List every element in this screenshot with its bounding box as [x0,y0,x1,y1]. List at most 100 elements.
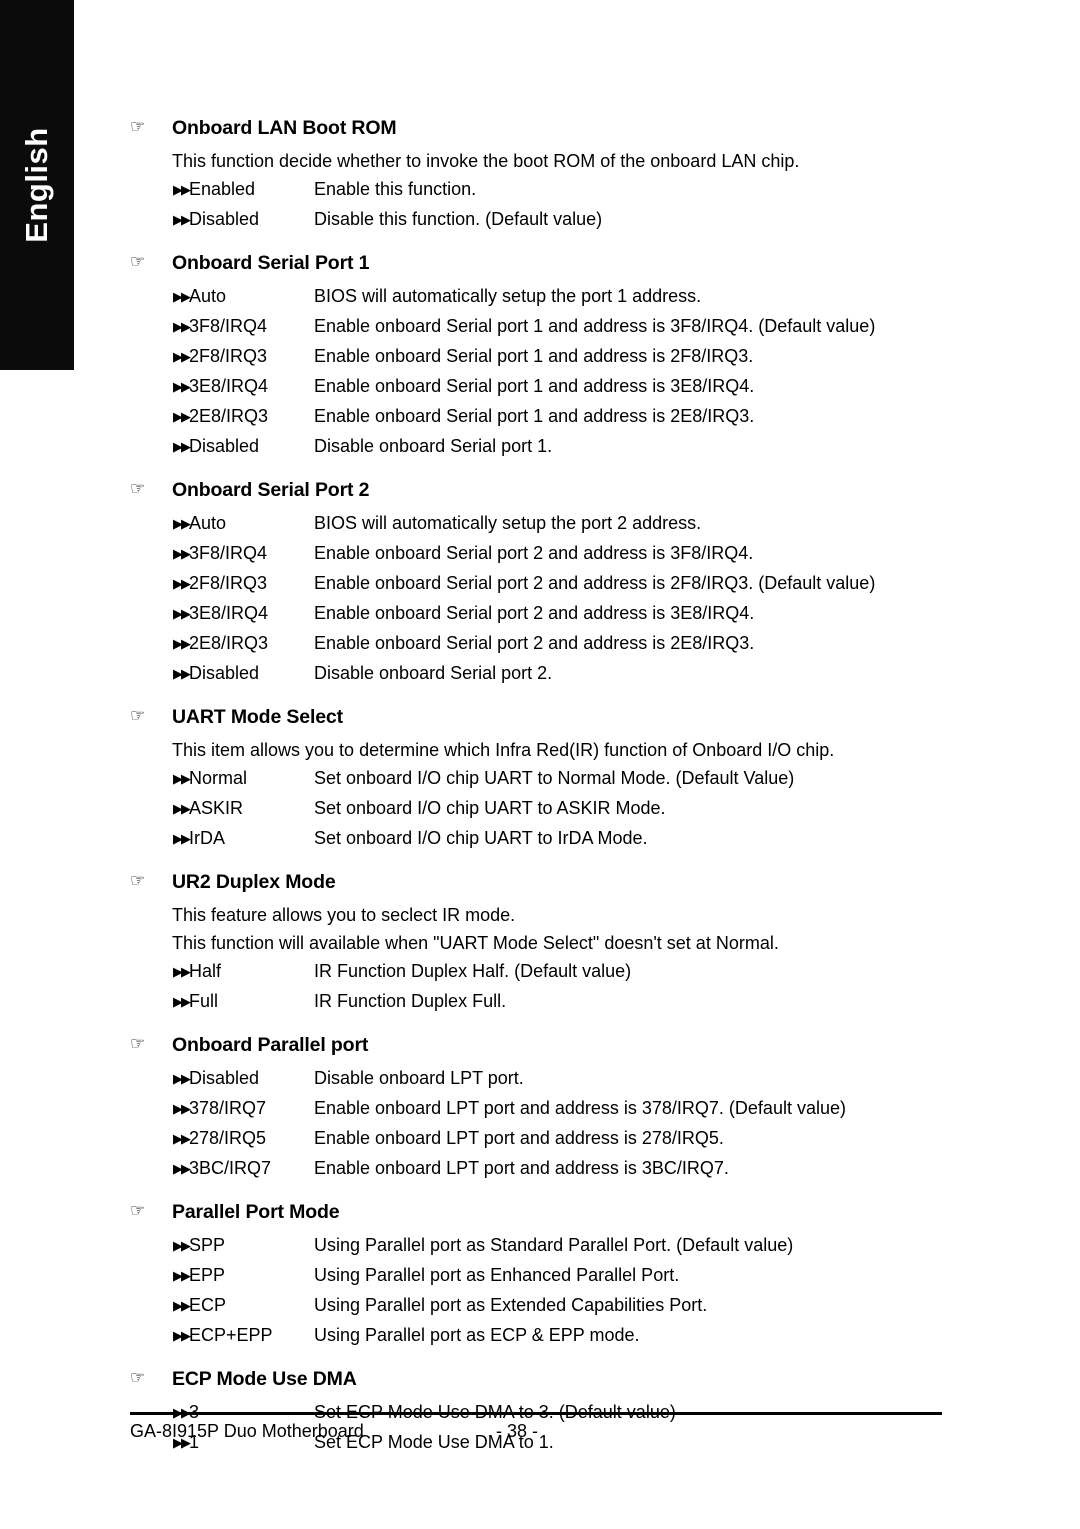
option-description: Using Parallel port as Enhanced Parallel… [314,1265,680,1285]
section-description: This function will available when "UART … [172,933,779,953]
option-row: ▶▶ Half IR Function Duplex Half. (Default … [173,957,930,987]
double-arrow-icon: ▶▶ [173,1238,191,1253]
option-description: BIOS will automatically setup the port 1… [314,286,702,306]
option-label: Full [189,991,219,1011]
option-label: Auto [189,513,227,533]
option-label: 3F8/IRQ4 [189,316,268,336]
option-label: SPP [189,1235,226,1255]
option-row: ▶▶ Disabled Disable onboard Serial port 2. [173,659,930,689]
option-description: Enable onboard Serial port 1 and address… [314,376,755,396]
option-label: Disabled [189,1068,260,1088]
pointing-hand-icon: ☞ [130,706,146,725]
option-description: Enable onboard Serial port 2 and address… [314,633,755,653]
manual-section: ☞ Onboard Serial Port 1 ▶▶ Auto BIOS will au… [130,252,930,462]
pointing-hand-icon: ☞ [130,871,146,890]
double-arrow-icon: ▶▶ [173,1268,191,1283]
double-arrow-icon: ▶▶ [173,439,191,454]
section-title: Onboard LAN Boot ROM [172,117,397,139]
option-description: Enable onboard LPT port and address is 3… [314,1098,846,1118]
option-row: ▶▶ 3F8/IRQ4 Enable onboard Serial port 2 a… [173,539,930,569]
option-description: Enable onboard Serial port 2 and address… [314,573,876,593]
double-arrow-icon: ▶▶ [173,319,191,334]
manual-page: English ☞ Onboard LAN Boot ROM This functi… [0,0,1080,1529]
option-description: Disable onboard LPT port. [314,1068,524,1088]
manual-section: ☞ UR2 Duplex Mode This feature allows you … [130,871,930,1017]
option-label: 2E8/IRQ3 [189,406,269,426]
option-label: Half [189,961,222,981]
double-arrow-icon: ▶▶ [173,409,191,424]
option-row: ▶▶ 2E8/IRQ3 Enable onboard Serial port 1 a… [173,402,930,432]
option-description: Disable onboard Serial port 2. [314,663,553,683]
option-row: ▶▶ 2F8/IRQ3 Enable onboard Serial port 1 a… [173,342,930,372]
section-heading: ☞ ECP Mode Use DMA [130,1368,930,1391]
section-heading: ☞ Parallel Port Mode [130,1201,930,1224]
option-label: Disabled [189,436,260,456]
pointing-hand-icon: ☞ [130,1201,146,1220]
option-row: ▶▶ 3E8/IRQ4 Enable onboard Serial port 2 a… [173,599,930,629]
section-heading: ☞ UR2 Duplex Mode [130,871,930,894]
section-heading: ☞ Onboard Serial Port 2 [130,479,930,502]
option-description: Set onboard I/O chip UART to ASKIR Mode. [314,798,666,818]
option-description: Enable onboard LPT port and address is 3… [314,1158,729,1178]
manual-section: ☞ Onboard Serial Port 2 ▶▶ Auto BIOS will au… [130,479,930,689]
option-row: ▶▶ 2F8/IRQ3 Enable onboard Serial port 2 a… [173,569,930,599]
manual-section: ☞ Onboard LAN Boot ROM This function decid… [130,117,930,235]
option-description: Set onboard I/O chip UART to IrDA Mode. [314,828,648,848]
option-description: Enable onboard Serial port 1 and address… [314,346,754,366]
option-label: 3E8/IRQ4 [189,603,269,623]
double-arrow-icon: ▶▶ [173,289,191,304]
option-description: Using Parallel port as Standard Parallel… [314,1235,794,1255]
pointing-hand-icon: ☞ [130,117,146,136]
manual-section: ☞ UART Mode Select This item allows you to… [130,706,930,854]
option-label: 3F8/IRQ4 [189,543,268,563]
pointing-hand-icon: ☞ [130,1034,146,1053]
double-arrow-icon: ▶▶ [173,212,191,227]
option-row: ▶▶ EPP Using Parallel port as Enhanced Par… [173,1261,930,1291]
double-arrow-icon: ▶▶ [173,964,191,979]
section-heading: ☞ Onboard Serial Port 1 [130,252,930,275]
page-content: ☞ Onboard LAN Boot ROM This function decid… [130,100,930,1458]
option-description: IR Function Duplex Half. (Default value) [314,961,632,981]
option-label: 2E8/IRQ3 [189,633,269,653]
footer-divider [130,1412,942,1415]
double-arrow-icon: ▶▶ [173,994,191,1009]
option-row: ▶▶ 378/IRQ7 Enable onboard LPT port and ad… [173,1094,930,1124]
language-side-tab: English [0,0,74,370]
option-description: Enable onboard Serial port 2 and address… [314,603,755,623]
option-row: ▶▶ ECP Using Parallel port as Extended Cap… [173,1291,930,1321]
option-row: ▶▶ Disabled Disable onboard LPT port. [173,1064,930,1094]
pointing-hand-icon: ☞ [130,1368,146,1387]
option-row: ▶▶ 3BC/IRQ7 Enable onboard LPT port and ad… [173,1154,930,1184]
section-title: Parallel Port Mode [172,1201,340,1223]
double-arrow-icon: ▶▶ [173,1101,191,1116]
pointing-hand-icon: ☞ [130,252,146,271]
pointing-hand-icon: ☞ [130,479,146,498]
section-description: This feature allows you to seclect IR mo… [172,905,516,925]
option-row: ▶▶ ECP+EPP Using Parallel port as ECP & EP… [173,1321,930,1351]
section-heading: ☞ UART Mode Select [130,706,930,729]
option-description: Enable onboard Serial port 1 and address… [314,406,755,426]
option-description: Using Parallel port as ECP & EPP mode. [314,1325,640,1345]
option-description: Set onboard I/O chip UART to Normal Mode… [314,768,795,788]
option-row: ▶▶ Auto BIOS will automatically setup the … [173,509,930,539]
double-arrow-icon: ▶▶ [173,576,191,591]
option-label: 2F8/IRQ3 [189,573,268,593]
option-row: ▶▶ IrDA Set onboard I/O chip UART to IrDA … [173,824,930,854]
double-arrow-icon: ▶▶ [173,1298,191,1313]
section-title: Onboard Serial Port 1 [172,252,370,274]
option-row: ▶▶ 278/IRQ5 Enable onboard LPT port and ad… [173,1124,930,1154]
option-row: ▶▶ Disabled Disable onboard Serial port 1. [173,432,930,462]
footer-row: GA-8I915P Duo Motherboard - 38 - [130,1421,942,1447]
option-row: ▶▶ 3F8/IRQ4 Enable onboard Serial port 1 a… [173,312,930,342]
option-description: Enable onboard Serial port 1 and address… [314,316,876,336]
double-arrow-icon: ▶▶ [173,831,191,846]
option-description: IR Function Duplex Full. [314,991,507,1011]
section-title: Onboard Parallel port [172,1034,369,1056]
double-arrow-icon: ▶▶ [173,349,191,364]
option-row: ▶▶ SPP Using Parallel port as Standard Par… [173,1231,930,1261]
option-row: ▶▶ Disabled Disable this function. (Defaul… [173,205,930,235]
section-description: This item allows you to determine which … [172,740,835,760]
manual-section: ☞ Parallel Port Mode ▶▶ SPP Using Parallel p… [130,1201,930,1351]
section-heading: ☞ Onboard Parallel port [130,1034,930,1057]
option-description: Disable onboard Serial port 1. [314,436,553,456]
